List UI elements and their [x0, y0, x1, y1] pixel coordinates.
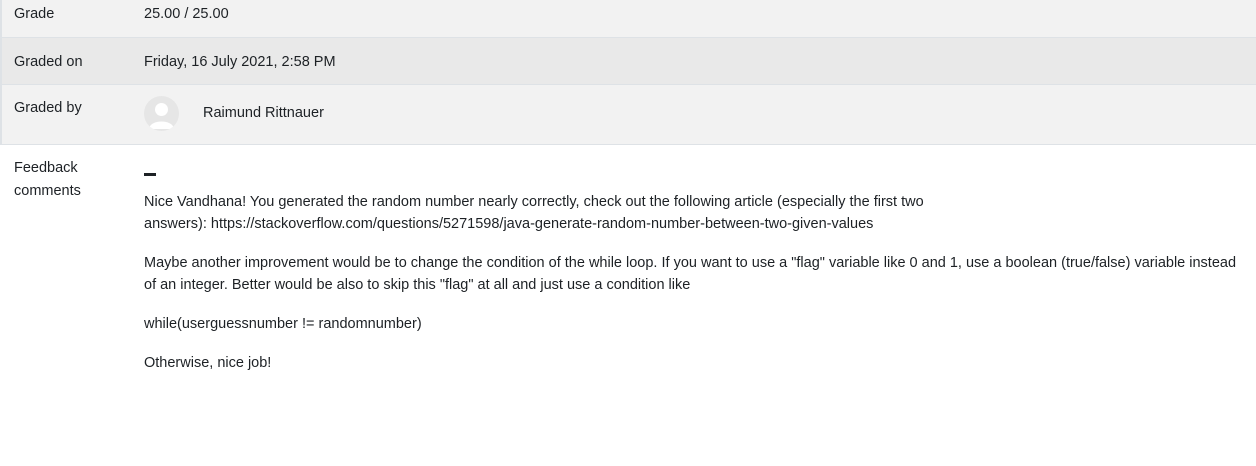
graded-by-label: Graded by	[14, 100, 82, 116]
feedback-label-line2: comments	[14, 183, 81, 199]
feedback-comments-text: Nice Vandhana! You generated the random …	[144, 173, 1239, 391]
feedback-comments-label: Feedback comments	[14, 157, 81, 203]
feedback-code-line: while(userguessnumber != randomnumber)	[144, 316, 422, 332]
graded-on-row: Graded on Friday, 16 July 2021, 2:58 PM	[0, 38, 1256, 85]
feedback-table: Grade 25.00 / 25.00 Graded on Friday, 16…	[0, 0, 1256, 466]
user-avatar-icon[interactable]	[144, 96, 179, 131]
grade-value: 25.00 / 25.00	[144, 6, 229, 22]
feedback-label-line1: Feedback	[14, 160, 78, 176]
minus-icon	[144, 173, 156, 176]
feedback-row: Feedback comments Nice Vandhana! You gen…	[0, 145, 1256, 466]
feedback-paragraph: Maybe another improvement would be to ch…	[144, 255, 1237, 293]
grade-label: Grade	[14, 6, 55, 22]
grader-name-link[interactable]: Raimund Rittnauer	[203, 102, 324, 124]
grade-row: Grade 25.00 / 25.00	[0, 0, 1256, 38]
feedback-paragraph: Otherwise, nice job!	[144, 355, 272, 371]
feedback-paragraph: Nice Vandhana! You generated the random …	[144, 194, 924, 232]
graded-on-value: Friday, 16 July 2021, 2:58 PM	[144, 54, 336, 70]
graded-by-row: Graded by Raimund Rittnauer	[0, 85, 1256, 145]
graded-on-label: Graded on	[14, 54, 83, 70]
